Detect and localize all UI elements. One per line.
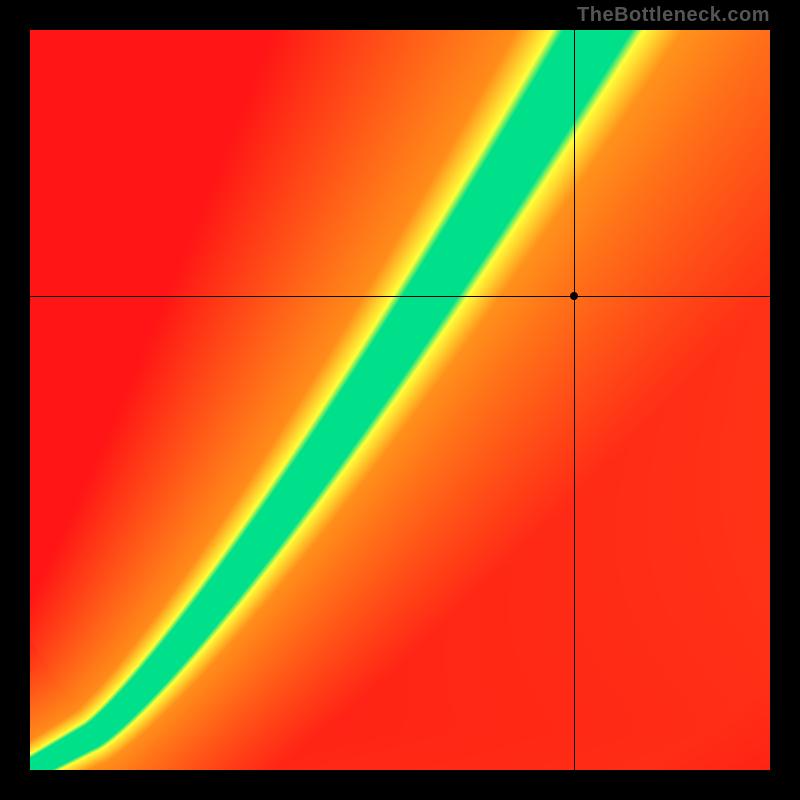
heatmap-plot: [30, 30, 770, 770]
chart-container: TheBottleneck.com: [0, 0, 800, 800]
crosshair-horizontal: [30, 296, 770, 297]
crosshair-vertical: [574, 30, 575, 770]
heatmap-canvas: [30, 30, 770, 770]
marker-dot: [570, 292, 578, 300]
watermark-label: TheBottleneck.com: [577, 4, 770, 27]
